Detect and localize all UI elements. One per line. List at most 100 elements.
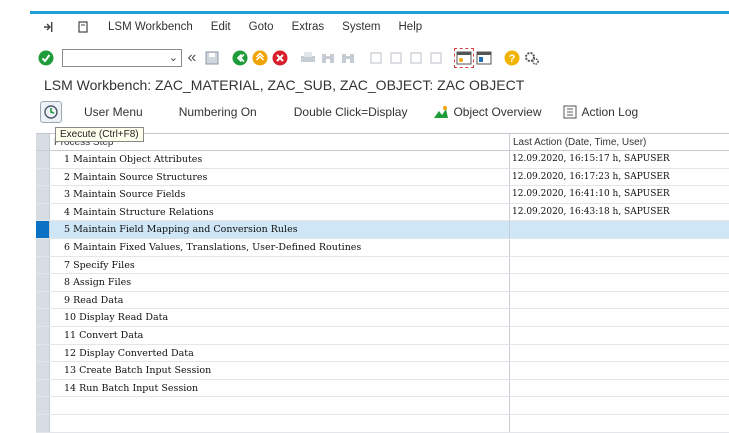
- row-selector[interactable]: [36, 203, 50, 221]
- customize-gear-icon[interactable]: [522, 48, 542, 68]
- row-selector[interactable]: [36, 186, 50, 203]
- user-menu-button[interactable]: User Menu: [84, 105, 143, 119]
- first-page-icon[interactable]: [366, 48, 386, 68]
- execute-clock-icon: [44, 105, 58, 119]
- table-row[interactable]: 8 Assign Files: [36, 274, 729, 292]
- table-row[interactable]: 3 Maintain Source Fields 12.09.2020, 16:4…: [36, 186, 729, 204]
- process-step-cell[interactable]: 12 Display Converted Data: [50, 344, 510, 362]
- row-selector[interactable]: [36, 379, 50, 397]
- row-selector[interactable]: [36, 151, 50, 168]
- menu-edit[interactable]: Edit: [211, 21, 231, 33]
- numbering-on-button[interactable]: Numbering On: [179, 105, 257, 119]
- menu-lsm-workbench[interactable]: LSM Workbench: [108, 21, 193, 33]
- enter-check-icon[interactable]: [36, 48, 56, 68]
- table-row[interactable]: 5 Maintain Field Mapping and Conversion …: [36, 221, 729, 239]
- command-field[interactable]: ⌄: [62, 49, 182, 67]
- select-all-cell[interactable]: [36, 134, 50, 150]
- action-log-label: Action Log: [581, 105, 639, 119]
- find-icon[interactable]: [318, 48, 338, 68]
- chevron-down-icon[interactable]: ⌄: [169, 51, 178, 64]
- row-selector[interactable]: [36, 326, 50, 344]
- application-toolbar: User Menu Numbering On Double Click=Disp…: [30, 98, 729, 126]
- table-row[interactable]: 4 Maintain Structure Relations 12.09.2020…: [36, 203, 729, 222]
- process-step-cell[interactable]: 5 Maintain Field Mapping and Conversion …: [50, 221, 510, 238]
- execute-tooltip: Execute (Ctrl+F8): [55, 127, 144, 142]
- svg-text:?: ?: [509, 53, 516, 65]
- object-overview-button[interactable]: Object Overview: [433, 105, 541, 119]
- save-icon[interactable]: [202, 48, 222, 68]
- process-step-cell[interactable]: 2 Maintain Source Structures: [50, 168, 510, 186]
- process-step-cell[interactable]: 8 Assign Files: [50, 274, 510, 291]
- menu-settings-icon[interactable]: [76, 17, 90, 37]
- table-row[interactable]: 2 Maintain Source Structures 12.09.2020, …: [36, 168, 729, 187]
- layout-icon[interactable]: [474, 48, 494, 68]
- double-chevron-left-icon[interactable]: «: [182, 48, 202, 68]
- row-selector[interactable]: [36, 256, 50, 274]
- last-action-cell: 12.09.2020, 16:43:18 h, SAPUSER: [512, 206, 670, 217]
- last-action-cell: [510, 345, 729, 362]
- process-step-cell[interactable]: 14 Run Batch Input Session: [50, 379, 510, 397]
- row-selector[interactable]: [36, 168, 50, 186]
- process-step-cell[interactable]: 4 Maintain Structure Relations: [50, 203, 510, 221]
- exit-icon[interactable]: [250, 48, 270, 68]
- back-icon[interactable]: [230, 48, 250, 68]
- object-overview-icon: [434, 106, 449, 118]
- exit-arrow-icon[interactable]: [38, 17, 58, 37]
- last-action-cell: [510, 415, 729, 432]
- row-selector: [36, 414, 50, 432]
- last-action-cell: [510, 327, 729, 344]
- process-step-cell[interactable]: 6 Maintain Fixed Values, Translations, U…: [50, 238, 510, 256]
- process-step-cell[interactable]: 11 Convert Data: [50, 326, 510, 344]
- previous-page-icon[interactable]: [386, 48, 406, 68]
- process-step-cell[interactable]: 9 Read Data: [50, 291, 510, 309]
- row-selector[interactable]: [36, 291, 50, 309]
- table-row[interactable]: 1 Maintain Object Attributes 12.09.2020, …: [36, 151, 729, 169]
- create-session-icon[interactable]: [454, 48, 474, 68]
- numbering-on-label: Numbering On: [178, 105, 257, 119]
- process-step-cell[interactable]: 7 Specify Files: [50, 256, 510, 274]
- row-selector[interactable]: [36, 274, 50, 291]
- row-selector[interactable]: [36, 238, 50, 256]
- row-selector[interactable]: [36, 344, 50, 362]
- table-row[interactable]: 14 Run Batch Input Session: [36, 379, 729, 398]
- print-icon[interactable]: [298, 48, 318, 68]
- menu-goto[interactable]: Goto: [249, 21, 274, 33]
- process-step-cell[interactable]: 10 Display Read Data: [50, 309, 510, 326]
- next-page-icon[interactable]: [406, 48, 426, 68]
- last-page-icon[interactable]: [426, 48, 446, 68]
- table-row[interactable]: 9 Read Data: [36, 291, 729, 310]
- cancel-icon[interactable]: [270, 48, 290, 68]
- process-step-cell[interactable]: 13 Create Batch Input Session: [50, 362, 510, 379]
- user-menu-label: User Menu: [84, 105, 143, 119]
- process-steps-table: Process Step Last Action (Date, Time, Us…: [36, 133, 729, 433]
- menu-extras[interactable]: Extras: [292, 21, 325, 33]
- row-selector: [36, 397, 50, 414]
- empty-table-row: [36, 414, 729, 433]
- row-selector[interactable]: [36, 221, 50, 238]
- menu-help[interactable]: Help: [399, 21, 423, 33]
- menu-system[interactable]: System: [342, 21, 380, 33]
- last-action-cell: 12.09.2020, 16:41:10 h, SAPUSER: [512, 189, 670, 200]
- last-action-cell: [510, 257, 729, 274]
- process-step-cell: [50, 397, 510, 414]
- table-row[interactable]: 12 Display Converted Data: [36, 344, 729, 363]
- process-step-cell[interactable]: 1 Maintain Object Attributes: [50, 151, 510, 168]
- find-next-icon[interactable]: [338, 48, 358, 68]
- process-step-cell: [50, 414, 510, 432]
- row-selector[interactable]: [36, 362, 50, 379]
- last-action-cell: [510, 292, 729, 309]
- last-action-cell: [510, 221, 729, 238]
- process-step-cell[interactable]: 3 Maintain Source Fields: [50, 186, 510, 203]
- last-action-cell: 12.09.2020, 16:15:17 h, SAPUSER: [512, 154, 670, 164]
- column-header-last-action[interactable]: Last Action (Date, Time, User): [510, 134, 729, 150]
- table-row[interactable]: 10 Display Read Data: [36, 309, 729, 327]
- help-icon[interactable]: ?: [502, 48, 522, 68]
- row-selector[interactable]: [36, 309, 50, 326]
- table-row[interactable]: 13 Create Batch Input Session: [36, 362, 729, 380]
- execute-button[interactable]: [40, 101, 62, 123]
- table-row[interactable]: 11 Convert Data: [36, 326, 729, 345]
- table-row[interactable]: 6 Maintain Fixed Values, Translations, U…: [36, 238, 729, 257]
- action-log-button[interactable]: Action Log: [563, 105, 638, 119]
- table-row[interactable]: 7 Specify Files: [36, 256, 729, 275]
- double-click-button[interactable]: Double Click=Display: [294, 105, 408, 119]
